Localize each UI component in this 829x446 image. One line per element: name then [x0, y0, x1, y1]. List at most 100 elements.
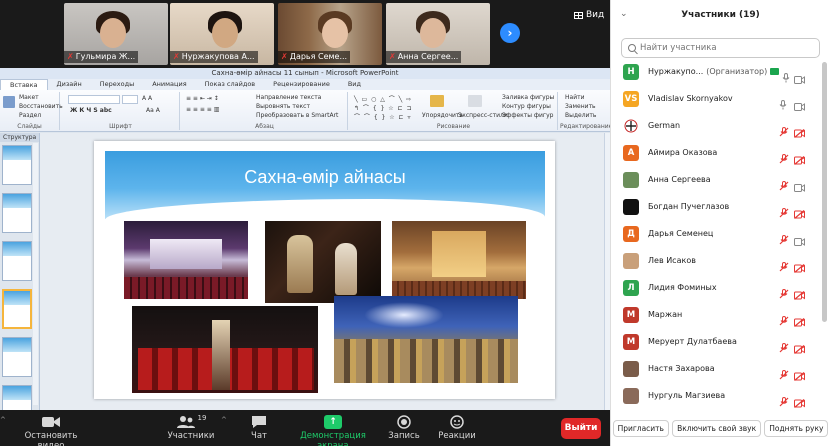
slide-thumbnail[interactable] [2, 241, 32, 281]
microphone-muted-icon [779, 284, 789, 299]
avatar: Д [623, 226, 639, 242]
participant-name: Анна Сергеева [648, 175, 711, 184]
avatar: М [623, 334, 639, 350]
ppt-tab[interactable]: Дизайн [48, 79, 91, 90]
participant-row[interactable]: Нургуль Магзиева [611, 384, 821, 411]
meeting-toolbar: Остановить видео ^ 19 Участники ^ Чат ↑ … [0, 410, 610, 446]
microphone-muted-icon [779, 365, 789, 380]
participants-scrollbar[interactable] [822, 62, 827, 322]
slide-thumbnail[interactable] [2, 337, 32, 377]
video-camera-off-icon [794, 393, 805, 408]
participants-button[interactable]: 19 Участники [166, 413, 216, 441]
chat-button[interactable]: Чат [244, 413, 274, 441]
participant-row[interactable]: М Маржан [611, 303, 821, 330]
unmute-self-button[interactable]: Включить свой звук [672, 419, 762, 437]
raise-hand-button[interactable]: Поднять руку [764, 419, 829, 437]
participants-icon: 19 [166, 413, 216, 431]
ppt-tab[interactable]: Показ слайдов [196, 79, 265, 90]
video-tile[interactable]: ✗ Гульмира Ж... [64, 3, 168, 65]
participant-name: Богдан Пучеглазов [648, 202, 730, 211]
microphone-muted-icon [779, 392, 789, 407]
quick-styles-icon [468, 95, 482, 107]
participants-count: 19 [197, 414, 207, 422]
record-button[interactable]: Запись [386, 413, 422, 441]
participant-name: Нуржакупо... (Организатор) [648, 67, 780, 76]
slide-thumbnail[interactable] [2, 193, 32, 233]
slide-thumbnail[interactable] [2, 385, 32, 410]
reactions-button[interactable]: Реакции [438, 413, 476, 441]
participant-row[interactable]: Л Лидия Фоминых [611, 276, 821, 303]
video-camera-off-icon [794, 312, 805, 327]
microphone-muted-icon [779, 230, 789, 245]
ppt-tab[interactable]: Анимация [143, 79, 195, 90]
video-camera-off-icon [794, 204, 805, 219]
participant-row[interactable]: VS Vladislav Skornyakov [611, 87, 821, 114]
new-slide-icon [3, 96, 15, 108]
leave-meeting-button[interactable]: Выйти [561, 418, 601, 439]
slide-thumbnails-pane: Структура [0, 133, 40, 410]
video-tile[interactable]: ✗ Дарья Семе... [278, 3, 382, 65]
chevron-up-icon[interactable]: ^ [221, 416, 227, 424]
participant-name: Настя Захарова [648, 364, 715, 373]
participant-name: Маржан [648, 310, 683, 319]
video-camera-off-icon [794, 123, 805, 138]
video-tile[interactable]: ✗ Анна Сергее... [386, 3, 490, 65]
muted-icon: ✗ [67, 52, 74, 61]
photo-theater-interior [392, 221, 526, 299]
participant-row[interactable]: German [611, 114, 821, 141]
ppt-tab[interactable]: Вид [339, 79, 370, 90]
participants-header: ⌄ Участники (19) [611, 0, 829, 34]
chevron-right-icon[interactable]: › [500, 23, 520, 43]
video-tile[interactable]: ✗ Нуржакупова А... [170, 3, 274, 65]
ribbon-group-font: A A Ж К Ч S abc Aa A Шрифт [62, 92, 180, 130]
grid-icon [574, 11, 583, 19]
participant-row[interactable]: М Меруерт Дулатбаева [611, 330, 821, 357]
slide-canvas: Сахна-өмір айнасы [40, 133, 610, 410]
view-button[interactable]: Вид [574, 10, 604, 20]
chevron-up-icon[interactable]: ^ [0, 416, 6, 424]
ribbon-group-slides: Макет Восстановить Раздел Слайды [0, 92, 63, 130]
video-camera-off-icon [794, 366, 805, 381]
ribbon-group-editing: Найти Заменить Выделить Редактирование [560, 94, 610, 130]
thumbnails-scrollbar[interactable] [33, 143, 38, 405]
participant-row[interactable]: Настя Захарова [611, 357, 821, 384]
avatar [623, 199, 639, 215]
muted-icon: ✗ [281, 52, 288, 61]
participant-search[interactable] [621, 38, 820, 58]
participants-panel: ⌄ Участники (19) Н Нуржакупо...(Организат… [610, 0, 829, 446]
participant-row[interactable]: А Аймира Оказова [611, 141, 821, 168]
ppt-tab[interactable]: Вставка [0, 79, 48, 90]
participant-name: Меруерт Дулатбаева [648, 337, 737, 346]
video-camera-icon [794, 231, 805, 246]
zoom-window: ✗ Гульмира Ж... ✗ Нуржакупова А... ✗ Дарья … [0, 0, 829, 446]
photo-theater-hall [124, 221, 248, 299]
participant-search-input[interactable] [640, 43, 810, 53]
avatar: VS [623, 91, 639, 107]
font-name-field[interactable] [68, 95, 120, 104]
participant-name: Лев Исаков [648, 256, 696, 265]
participant-row[interactable]: Д Дарья Семенец [611, 222, 821, 249]
ribbon-group-drawing: ╲ ▭ ○ △ ⌒ ╲ ⇨ ↰ ⌒ { } ☆ ⊏ ⊐ ⌒ ⌒ { } ☆ ⊏ … [350, 92, 558, 130]
record-icon [386, 413, 422, 431]
share-screen-button[interactable]: ↑ Демонстрация экрана [290, 413, 376, 446]
font-size-field[interactable] [122, 95, 138, 104]
ppt-tab[interactable]: Переходы [91, 79, 143, 90]
participant-row[interactable]: Н Нуржакупо... (Организатор) [611, 60, 821, 87]
participants-title: Участники (19) [681, 10, 760, 20]
participant-row[interactable]: Богдан Пучеглазов [611, 195, 821, 222]
invite-button[interactable]: Пригласить [612, 419, 669, 437]
slide-title: Сахна-өмір айнасы [244, 167, 406, 187]
microphone-icon [779, 95, 787, 110]
ppt-ribbon: Макет Восстановить Раздел Слайды A A Ж К… [0, 90, 610, 132]
photo-stage-chorus [132, 306, 318, 393]
video-camera-icon [794, 69, 805, 84]
video-tile-name: ✗ Анна Сергее... [386, 51, 462, 63]
slide-thumbnail[interactable] [2, 145, 32, 185]
muted-icon: ✗ [389, 52, 396, 61]
participant-row[interactable]: Анна Сергеева [611, 168, 821, 195]
participant-row[interactable]: Лев Исаков [611, 249, 821, 276]
ppt-tab[interactable]: Рецензирование [264, 79, 339, 90]
avatar: Л [623, 280, 639, 296]
slide-thumbnail-selected[interactable] [2, 289, 32, 329]
stop-video-button[interactable]: Остановить видео [12, 413, 90, 446]
